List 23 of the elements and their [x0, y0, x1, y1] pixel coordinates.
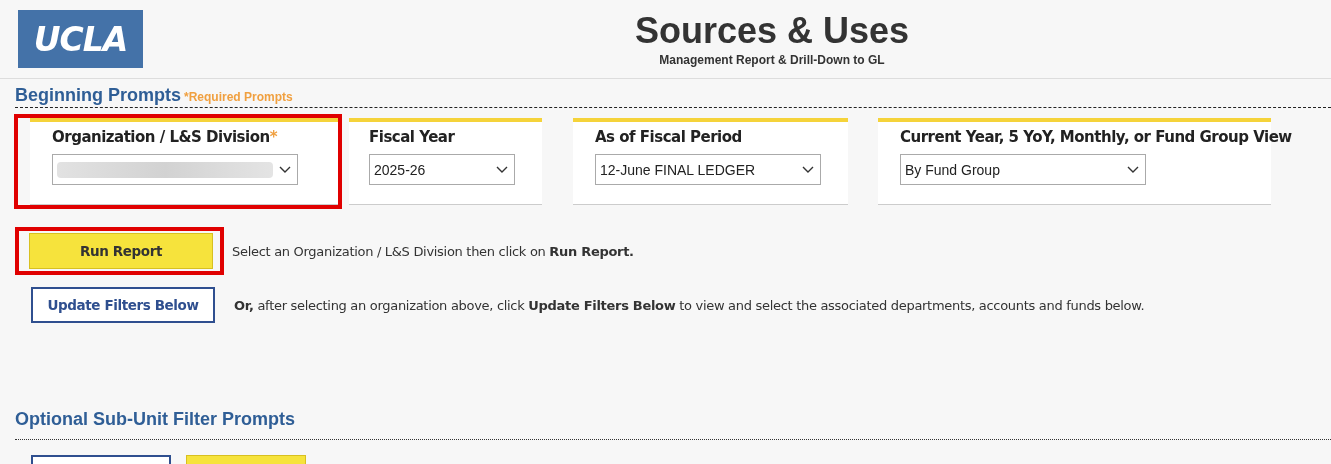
update-filters-button[interactable]: Update Filters Below	[31, 287, 215, 323]
instruction-text: Or, after selecting an organization above, click Update Filters Below to view and select the associated departments, accounts and funds below.	[234, 297, 1145, 313]
ucla-logo: UCLA	[18, 10, 143, 68]
report-title: Sources & Uses	[634, 10, 910, 52]
dropdown-field[interactable]: By Fund Group	[900, 154, 1146, 185]
dropdown-field[interactable]: 2025-26	[369, 154, 515, 185]
prompt-label: Organization / L&S Division	[52, 128, 270, 146]
section-heading: Beginning Prompts	[15, 85, 181, 106]
run-report-button[interactable]: Run Report	[29, 233, 213, 269]
chevron-icon	[802, 165, 814, 174]
prompt-label: Current Year, 5 YoY, Monthly, or Fund Group View	[900, 128, 1292, 146]
dropdown-field[interactable]	[52, 154, 298, 185]
chevron-icon	[496, 165, 508, 174]
report-subtitle: Management Report & Drill-Down to GL	[659, 53, 885, 67]
chevron-icon	[279, 165, 291, 174]
prompt-label: Fiscal Year	[369, 128, 455, 146]
section-heading: Optional Sub-Unit Filter Prompts	[15, 409, 295, 430]
required-mark: *	[269, 128, 277, 146]
chevron-icon	[1127, 165, 1139, 174]
dropdown-field[interactable]: 12-June FINAL LEDGER	[595, 154, 821, 185]
prompt-label: As of Fiscal Period	[595, 128, 742, 146]
instruction-text: Select an Organization / L&S Division then click on Run Report.	[232, 243, 634, 259]
required-note: *Required Prompts	[184, 90, 293, 104]
